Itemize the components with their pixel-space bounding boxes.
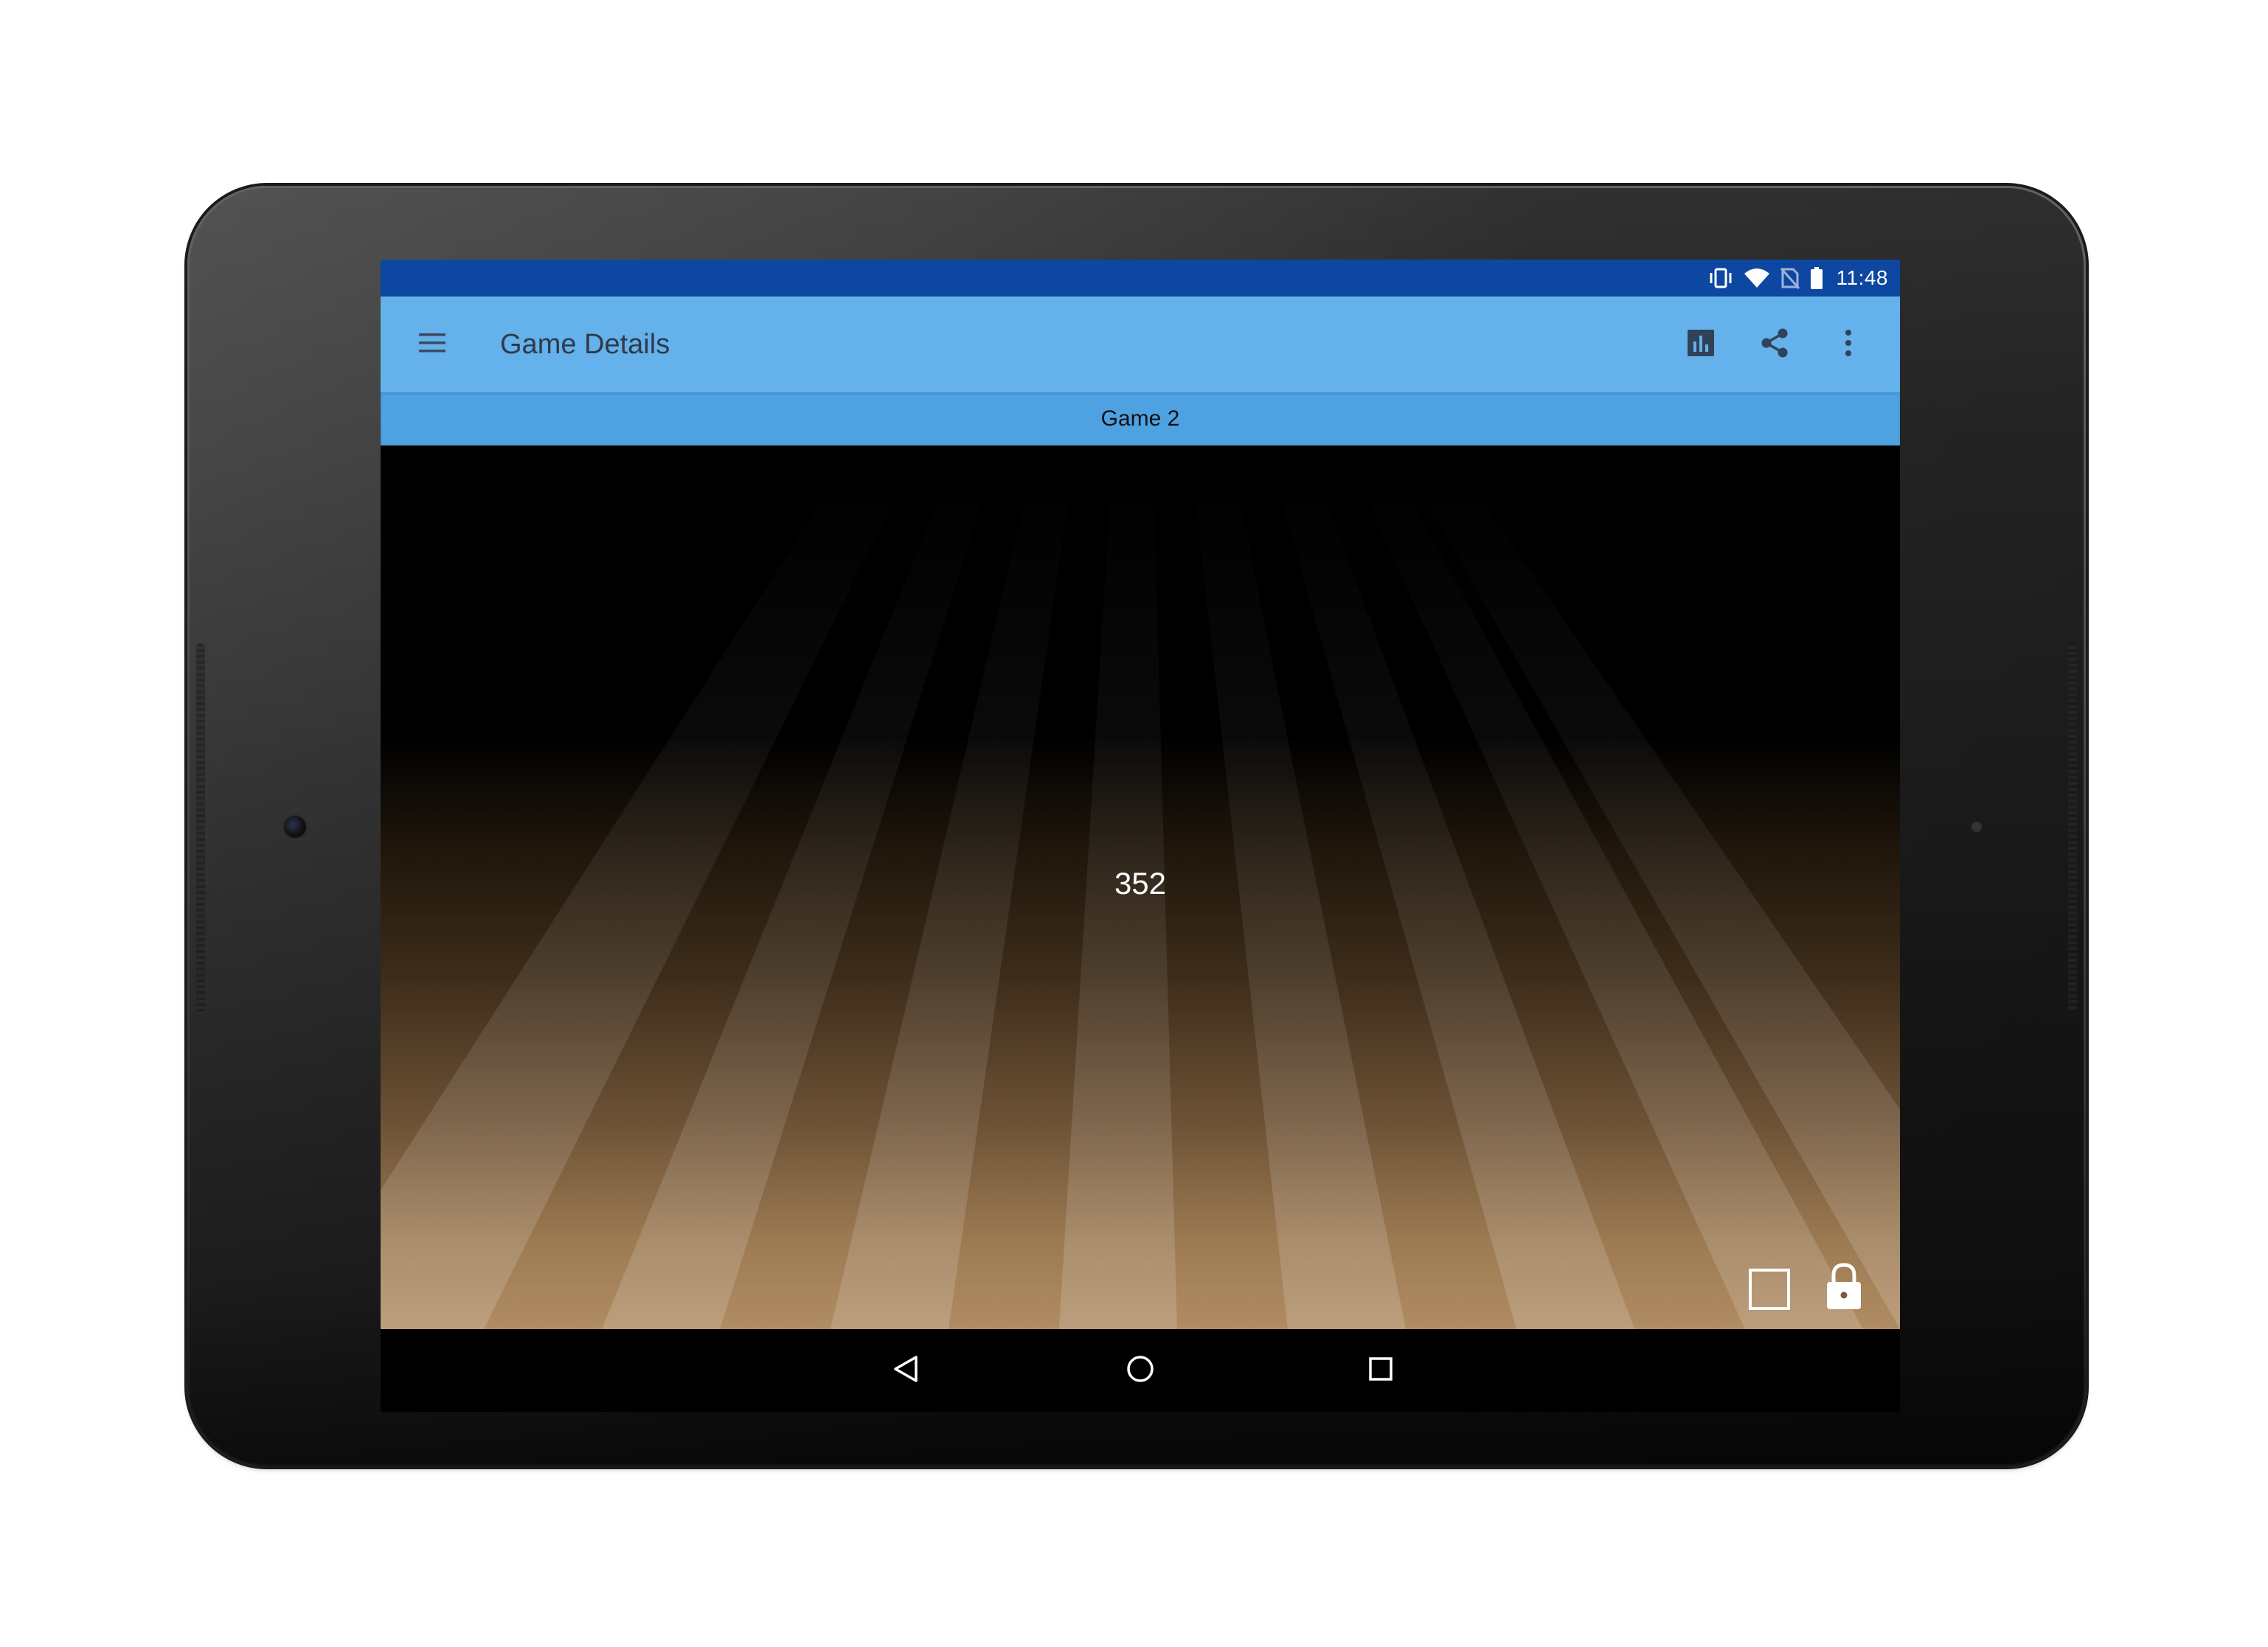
share-icon <box>1760 327 1789 362</box>
battery-icon <box>1810 267 1823 289</box>
vibrate-icon <box>1708 267 1733 289</box>
system-navigation-bar <box>381 1329 1900 1412</box>
lock-button[interactable] <box>1825 1262 1863 1314</box>
share-button[interactable] <box>1752 322 1797 367</box>
status-time: 11:48 <box>1836 266 1888 289</box>
statistics-button[interactable] <box>1679 322 1723 367</box>
page-title: Game Details <box>500 328 670 360</box>
recents-button[interactable] <box>1362 1351 1400 1390</box>
app-bar-actions <box>1679 322 1870 367</box>
back-button[interactable] <box>887 1351 925 1390</box>
game-title: Game 2 <box>1100 406 1180 431</box>
back-triangle-icon <box>891 1354 920 1387</box>
overflow-menu-button[interactable] <box>1826 322 1870 367</box>
select-mode-button[interactable] <box>1748 1268 1791 1314</box>
front-camera <box>284 816 306 838</box>
square-outline-icon <box>1748 1268 1791 1314</box>
lock-icon <box>1825 1262 1863 1314</box>
left-speaker-grille <box>196 643 205 1012</box>
game-controls <box>1748 1262 1863 1314</box>
no-sim-icon <box>1780 267 1800 289</box>
status-icons: 11:48 <box>1708 260 1889 297</box>
hamburger-menu-icon <box>417 331 447 358</box>
home-button[interactable] <box>1121 1351 1159 1390</box>
right-speaker-grille <box>2068 643 2077 1012</box>
recents-square-icon <box>1366 1354 1395 1387</box>
device-screen: 11:48 Game Details Game 2 352 <box>381 260 1900 1412</box>
menu-button[interactable] <box>410 322 454 367</box>
device-screenshot: 11:48 Game Details Game 2 352 <box>0 0 2268 1647</box>
score-value: 352 <box>1114 866 1167 901</box>
game-title-bar: Game 2 <box>381 392 1900 445</box>
wifi-icon <box>1744 268 1770 288</box>
game-area[interactable]: 352 <box>381 445 1900 1329</box>
app-bar: Game Details <box>381 297 1900 392</box>
more-vert-icon <box>1844 328 1853 361</box>
status-bar: 11:48 <box>381 260 1900 297</box>
home-circle-icon <box>1126 1354 1155 1387</box>
bar-chart-icon <box>1687 329 1715 361</box>
light-sensor <box>1972 822 1982 832</box>
